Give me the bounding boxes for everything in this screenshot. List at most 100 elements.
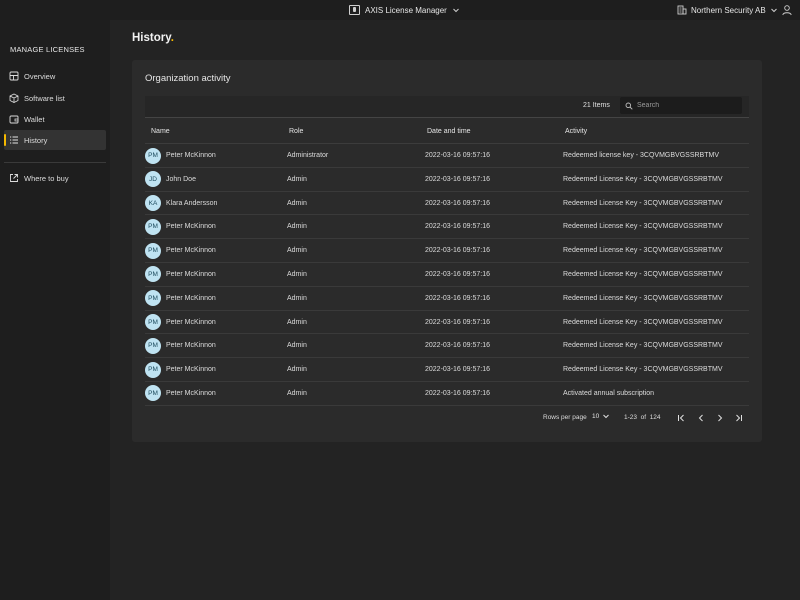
cell-activity: Redeemed License Key - 3CQVMGBVGSSRBTMV [563, 247, 723, 255]
cell-date: 2022-03-16 09:57:16 [425, 199, 490, 207]
app-switcher[interactable]: AXIS License Manager [349, 3, 460, 17]
column-header-name[interactable]: Name [151, 128, 170, 135]
table-row[interactable]: PM Peter McKinnon Admin 2022-03-16 09:57:16… [145, 263, 749, 287]
last-page-icon[interactable] [733, 412, 745, 424]
range-value: 1-23 [624, 414, 638, 421]
table-row[interactable]: PM Peter McKinnon Admin 2022-03-16 09:57:16… [145, 334, 749, 359]
cell-date: 2022-03-16 09:57:16 [425, 389, 490, 397]
page-range: 1-23 of 124 [624, 414, 661, 421]
avatar: PM [145, 290, 161, 307]
sidebar-item-software-list[interactable]: Software list [4, 88, 106, 108]
grid-icon [9, 71, 19, 81]
table-row[interactable]: PM Peter McKinnon Admin 2022-03-16 09:57:16… [145, 239, 749, 263]
cell-role: Admin [287, 294, 307, 302]
table-row[interactable]: PM Peter McKinnon Admin 2022-03-16 09:57:16… [145, 358, 749, 382]
cell-date: 2022-03-16 09:57:16 [425, 247, 490, 255]
activity-card: Organization activity 21 Items Name Role… [132, 60, 762, 442]
cell-date: 2022-03-16 09:57:16 [425, 366, 490, 374]
app-title: AXIS License Manager [365, 5, 447, 15]
cell-name: Peter McKinnon [166, 389, 216, 397]
avatar: KA [145, 195, 161, 212]
avatar: PM [145, 337, 161, 354]
organization-switcher[interactable]: Northern Security AB [677, 3, 778, 17]
search-input[interactable] [637, 102, 737, 109]
cell-role: Admin [287, 223, 307, 231]
cell-name: Peter McKinnon [166, 270, 216, 278]
cell-date: 2022-03-16 09:57:16 [425, 175, 490, 183]
cell-role: Admin [287, 199, 307, 207]
cell-date: 2022-03-16 09:57:16 [425, 223, 490, 231]
wallet-icon [9, 115, 19, 124]
cell-role: Admin [287, 318, 307, 326]
cell-role: Admin [287, 366, 307, 374]
cell-name: Peter McKinnon [166, 223, 216, 231]
chevron-down-icon [770, 8, 777, 13]
sidebar-divider [4, 162, 106, 163]
table-row[interactable]: PM Peter McKinnon Admin 2022-03-16 09:57:16… [145, 382, 749, 406]
table-row[interactable]: JD John Doe Admin 2022-03-16 09:57:16 Redeem… [145, 168, 749, 192]
sidebar-item-where-to-buy[interactable]: Where to buy [4, 168, 106, 188]
avatar: PM [145, 266, 161, 283]
range-total: 124 [649, 414, 661, 421]
table-row[interactable]: PM Peter McKinnon Admin 2022-03-16 09:57:16… [145, 311, 749, 335]
top-bar: AXIS License Manager Northern Security A… [0, 0, 800, 20]
table-row[interactable]: PM Peter McKinnon Administrator 2022-03-16 … [145, 144, 749, 168]
cell-activity: Redeemed License Key - 3CQVMGBVGSSRBTMV [563, 270, 723, 278]
column-header-activity[interactable]: Activity [565, 128, 587, 135]
cell-name: Peter McKinnon [166, 152, 216, 159]
cell-activity: Redeemed License Key - 3CQVMGBVGSSRBTMV [563, 342, 723, 350]
cell-role: Admin [287, 175, 307, 183]
avatar: PM [145, 242, 161, 259]
sidebar-item-wallet[interactable]: Wallet [4, 109, 106, 129]
table-header: Name Role Date and time Activity [145, 120, 749, 144]
column-header-date[interactable]: Date and time [427, 128, 471, 135]
cell-activity: Redeemed License Key - 3CQVMGBVGSSRBTMV [563, 366, 723, 374]
cell-activity: Activated annual subscription [563, 389, 655, 397]
page-title: History. [132, 32, 174, 44]
sidebar-item-label: History [24, 135, 48, 145]
cell-activity: Redeemed License Key - 3CQVMGBVGSSRBTMV [563, 175, 723, 183]
cell-date: 2022-03-16 09:57:16 [425, 270, 490, 278]
box-icon [9, 93, 19, 103]
cell-date: 2022-03-16 09:57:16 [425, 294, 490, 302]
rows-per-page-value: 10 [592, 412, 600, 420]
avatar: PM [145, 385, 161, 402]
avatar: PM [145, 361, 161, 378]
cell-name: John Doe [166, 175, 196, 183]
sidebar-item-history[interactable]: History [4, 130, 106, 150]
previous-page-icon[interactable] [695, 412, 707, 424]
pagination: Rows per page 10 1-23 of 124 [145, 410, 749, 426]
next-page-icon[interactable] [714, 412, 726, 424]
sidebar-item-label: Wallet [24, 114, 45, 124]
first-page-icon[interactable] [675, 412, 687, 424]
sidebar-item-overview[interactable]: Overview [4, 66, 106, 86]
table-row[interactable]: PM Peter McKinnon Admin 2022-03-16 09:57:16… [145, 215, 749, 240]
cell-name: Peter McKinnon [166, 294, 216, 302]
cell-role: Admin [287, 389, 307, 397]
cell-role: Admin [287, 270, 307, 278]
search-icon [625, 102, 633, 110]
organization-name: Northern Security AB [691, 5, 766, 15]
rows-per-page-select[interactable]: 10 [592, 412, 610, 420]
table-row[interactable]: PM Peter McKinnon Admin 2022-03-16 09:57:16… [145, 287, 749, 311]
column-header-role[interactable]: Role [289, 128, 303, 135]
page-title-text: History [132, 32, 171, 44]
cell-role: Admin [287, 342, 307, 350]
external-link-icon [10, 174, 18, 182]
cell-name: Peter McKinnon [166, 342, 216, 350]
cell-date: 2022-03-16 09:57:16 [425, 342, 490, 350]
table-row[interactable]: KA Klara Andersson Admin 2022-03-16 09:57:1… [145, 192, 749, 216]
cell-role: Admin [287, 247, 307, 255]
sidebar-item-label: Software list [24, 93, 65, 103]
sidebar-item-label: Where to buy [24, 173, 69, 183]
page-title-accent-dot: . [170, 32, 174, 44]
avatar: JD [145, 171, 161, 188]
search-box[interactable] [620, 97, 742, 114]
user-icon[interactable] [781, 4, 793, 16]
avatar: PM [145, 314, 161, 331]
activity-table: Name Role Date and time Activity PM Peter… [145, 120, 749, 406]
chevron-down-icon [603, 414, 610, 419]
cell-activity: Redeemed License Key - 3CQVMGBVGSSRBTMV [563, 318, 723, 326]
cell-activity: Redeemed License Key - 3CQVMGBVGSSRBTMV [563, 199, 723, 207]
table-body: PM Peter McKinnon Administrator 2022-03-16 … [145, 144, 749, 406]
